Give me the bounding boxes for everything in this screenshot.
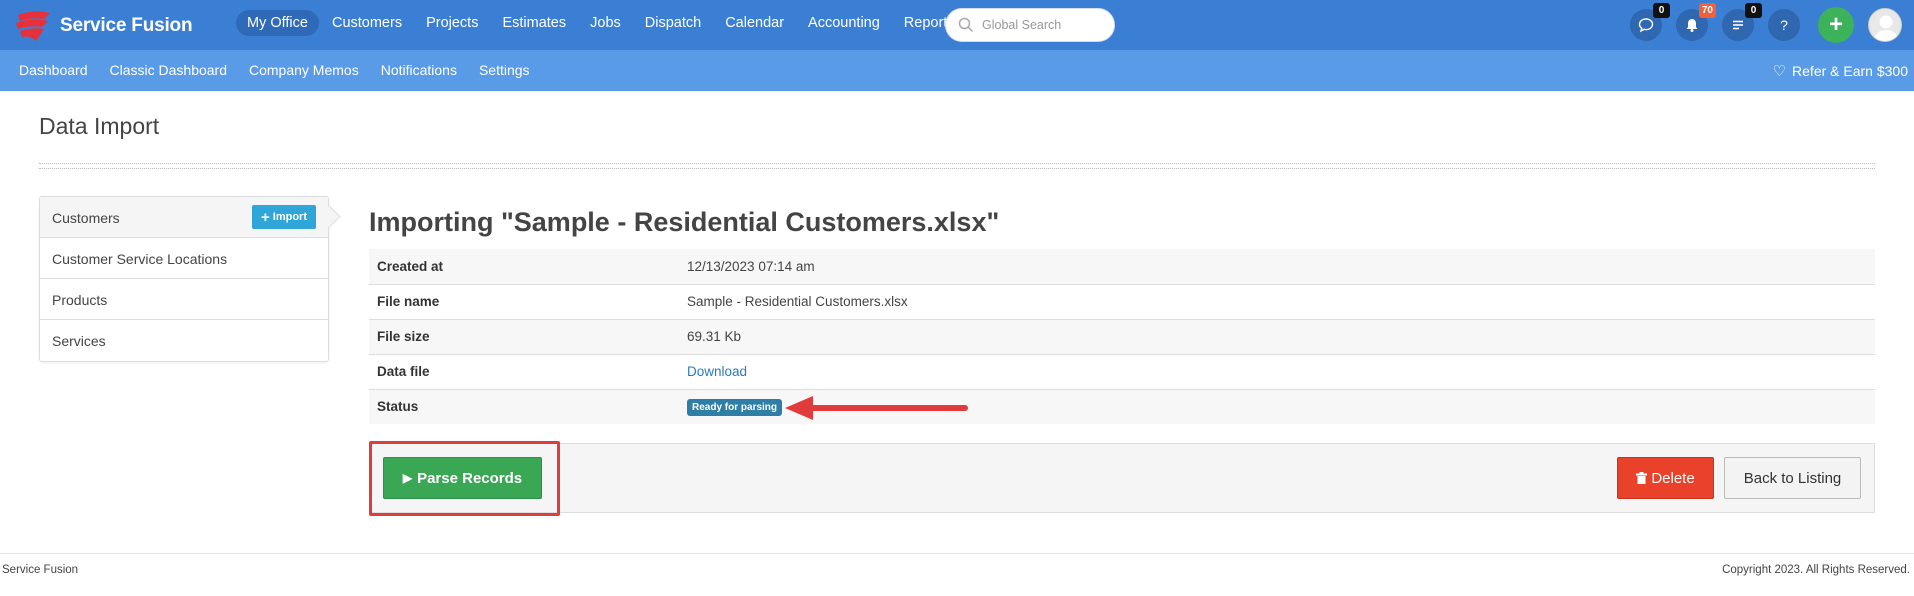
parse-records-button[interactable]: ▶ Parse Records (383, 457, 542, 499)
back-to-listing-button[interactable]: Back to Listing (1724, 457, 1861, 499)
help-icon: ? (1780, 17, 1788, 33)
detail-label: Status (377, 399, 419, 415)
annotation-arrow-icon (785, 396, 968, 420)
nav-dispatch[interactable]: Dispatch (634, 10, 712, 36)
sidebar-item-label: Services (52, 333, 106, 349)
sidebar-item-customers[interactable]: Customers + Import (40, 197, 328, 238)
nav-projects[interactable]: Projects (415, 10, 489, 36)
help-button[interactable]: ? (1768, 9, 1800, 41)
status-badge: Ready for parsing (687, 398, 783, 416)
refer-earn-link[interactable]: ♡ Refer & Earn $300 (1773, 62, 1908, 80)
footer-copyright: Copyright 2023. All Rights Reserved. (1722, 564, 1910, 576)
table-row: File name Sample - Residential Customers… (369, 284, 1875, 320)
delete-button[interactable]: Delete (1617, 457, 1714, 499)
nav-accounting[interactable]: Accounting (797, 10, 891, 36)
list-icon (1733, 20, 1743, 30)
parse-records-label: Parse Records (417, 469, 523, 487)
quick-add-button[interactable]: + (1818, 7, 1854, 43)
table-row: Data file Download (369, 354, 1875, 390)
detail-label: File size (369, 319, 679, 355)
chat-count-badge: 0 (1653, 3, 1670, 18)
top-navbar: Service Fusion My Office Customers Proje… (0, 0, 1914, 50)
sidebar-item-customer-service-locations[interactable]: Customer Service Locations (40, 238, 328, 279)
import-button-label: Import (272, 211, 307, 223)
detail-value: Sample - Residential Customers.xlsx (679, 284, 1875, 320)
detail-value: 69.31 Kb (679, 319, 1875, 355)
page-title: Data Import (39, 113, 160, 139)
plus-icon: + (1828, 11, 1843, 38)
user-avatar[interactable] (1868, 8, 1902, 42)
nav-customers[interactable]: Customers (321, 10, 413, 36)
main-nav: My Office Customers Projects Estimates J… (236, 10, 968, 36)
plus-icon: + (261, 208, 270, 226)
chat-bubble-icon (1638, 18, 1654, 33)
footer-divider (0, 553, 1914, 554)
heart-icon: ♡ (1772, 63, 1787, 80)
table-row: Status Ready for parsing (369, 389, 1875, 424)
search-input[interactable] (982, 18, 1102, 32)
notifications-button[interactable]: 70 (1676, 3, 1716, 41)
tasks-count-badge: 0 (1745, 3, 1762, 18)
import-title: Importing "Sample - Residential Customer… (369, 207, 1000, 237)
sidebar-item-label: Customer Service Locations (52, 251, 228, 267)
service-fusion-logo-icon (16, 11, 50, 41)
detail-label: Data file (369, 354, 679, 390)
bell-icon (1686, 19, 1698, 32)
chat-button[interactable]: 0 (1630, 3, 1670, 41)
table-row: File size 69.31 Kb (369, 319, 1875, 355)
download-link[interactable]: Download (687, 364, 747, 379)
refer-earn-label: Refer & Earn $300 (1792, 63, 1908, 79)
import-type-sidebar: Customers + Import Customer Service Loca… (39, 196, 329, 362)
import-button[interactable]: + Import (252, 205, 316, 229)
divider (39, 163, 1875, 169)
search-icon (958, 17, 974, 33)
notifications-count-badge: 70 (1698, 3, 1716, 18)
subnav-classic-dashboard[interactable]: Classic Dashboard (110, 62, 228, 78)
subnav-dashboard[interactable]: Dashboard (19, 62, 88, 78)
nav-estimates[interactable]: Estimates (491, 10, 577, 36)
trash-icon (1636, 472, 1648, 484)
brand-name: Service Fusion (60, 15, 193, 36)
user-icon (1873, 15, 1899, 41)
import-details-table: Created at 12/13/2023 07:14 am File name… (369, 249, 1875, 424)
subnav-notifications[interactable]: Notifications (381, 62, 457, 78)
subnav-settings[interactable]: Settings (479, 62, 530, 78)
nav-calendar[interactable]: Calendar (714, 10, 795, 36)
subnav-company-memos[interactable]: Company Memos (249, 62, 359, 78)
table-row: Created at 12/13/2023 07:14 am (369, 249, 1875, 285)
detail-label: Created at (369, 249, 679, 285)
sub-nav: Dashboard Classic Dashboard Company Memo… (19, 62, 552, 78)
global-search[interactable] (945, 8, 1115, 42)
sub-navbar: Dashboard Classic Dashboard Company Memo… (0, 50, 1914, 91)
sidebar-item-label: Customers (52, 210, 120, 226)
delete-label: Delete (1651, 469, 1695, 487)
nav-jobs[interactable]: Jobs (579, 10, 632, 36)
nav-my-office[interactable]: My Office (236, 10, 319, 36)
footer-brand: Service Fusion (2, 564, 79, 576)
sidebar-item-label: Products (52, 292, 108, 308)
detail-label: File name (369, 284, 679, 320)
brand-logo[interactable]: Service Fusion (14, 9, 193, 43)
tasks-button[interactable]: 0 (1722, 3, 1762, 41)
sidebar-item-products[interactable]: Products (40, 279, 328, 320)
detail-value: 12/13/2023 07:14 am (679, 249, 1875, 285)
sidebar-item-services[interactable]: Services (40, 320, 328, 361)
play-icon: ▶ (402, 471, 413, 485)
